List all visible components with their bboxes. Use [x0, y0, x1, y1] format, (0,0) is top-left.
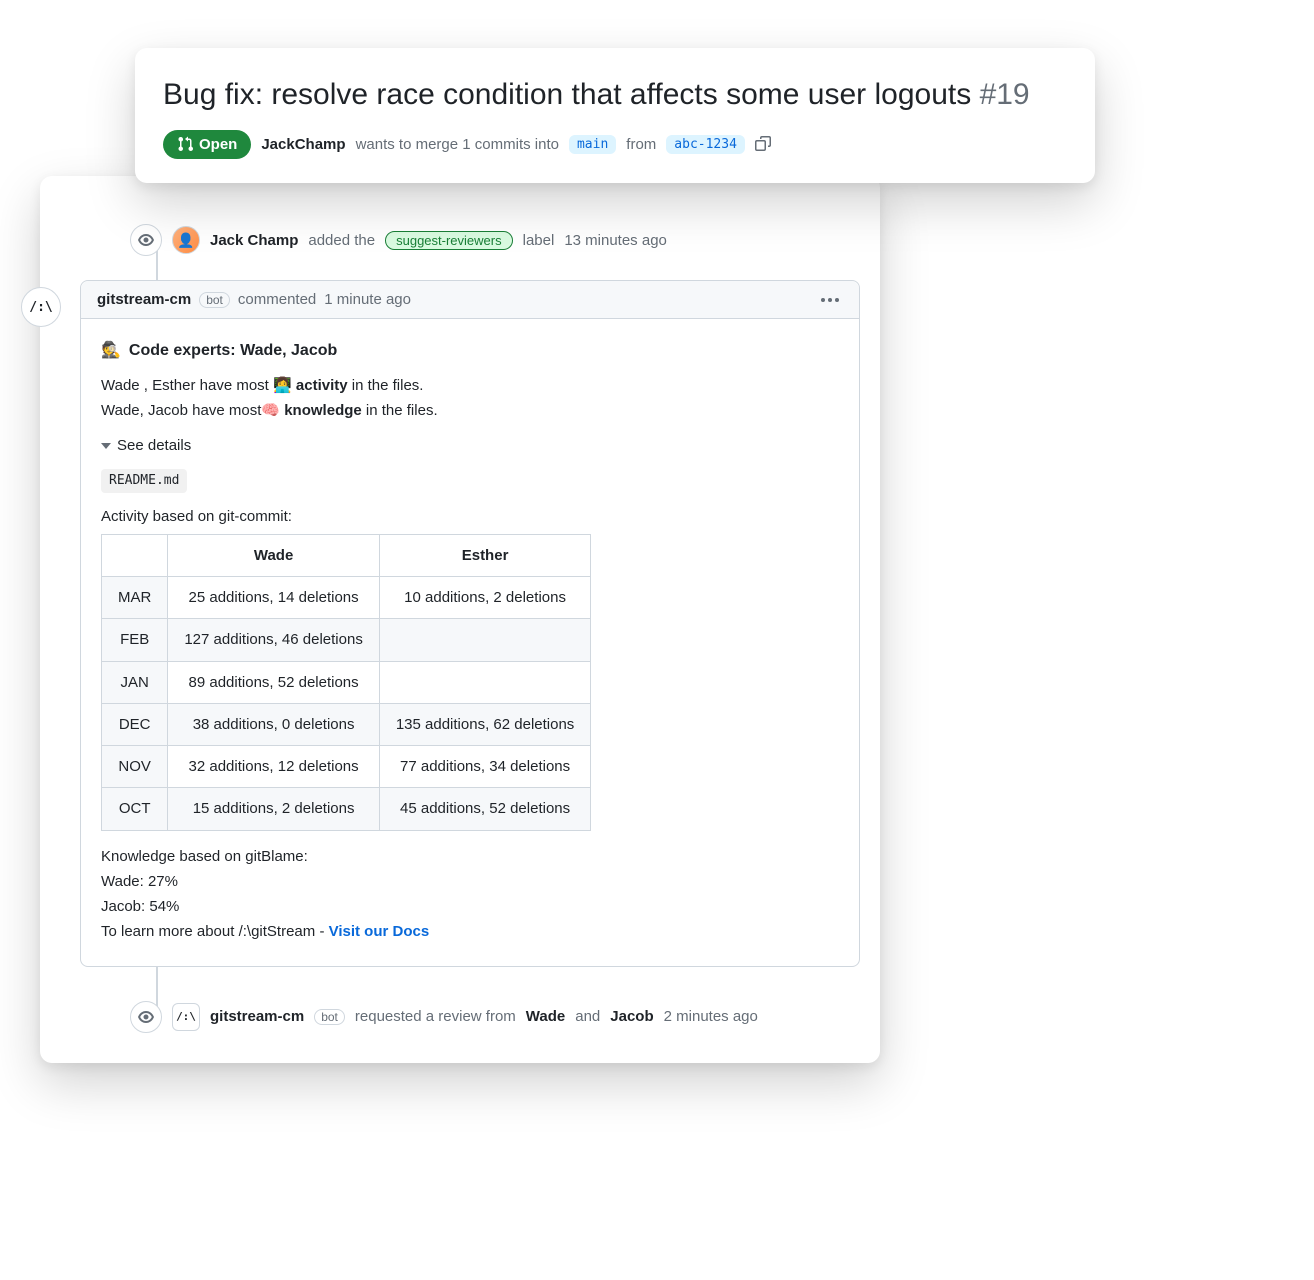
event-action: requested a review from [355, 1008, 516, 1025]
event-time: 13 minutes ago [564, 232, 667, 249]
table-row: JAN89 additions, 52 deletions [102, 661, 591, 703]
table-header: Esther [379, 534, 590, 576]
comment-time: 1 minute ago [324, 291, 411, 308]
table-row: DEC38 additions, 0 deletions135 addition… [102, 703, 591, 745]
details-toggle[interactable]: See details [101, 434, 839, 457]
comment-header: gitstream-cm bot commented 1 minute ago [81, 281, 859, 319]
table-cell: 10 additions, 2 deletions [379, 577, 590, 619]
table-row: MAR25 additions, 14 deletions10 addition… [102, 577, 591, 619]
table-header [102, 534, 168, 576]
table-cell: 25 additions, 14 deletions [168, 577, 379, 619]
table-cell [379, 661, 590, 703]
pr-meta-line: Open JackChamp wants to merge 1 commits … [163, 130, 1067, 159]
knowledge-row: Wade: 27% [101, 870, 839, 893]
table-cell: 135 additions, 62 deletions [379, 703, 590, 745]
person-computer-icon: 👩‍💻 [273, 377, 292, 394]
copy-icon[interactable] [755, 136, 771, 152]
table-cell: JAN [102, 661, 168, 703]
bot-badge: bot [314, 1009, 345, 1025]
chevron-down-icon [101, 441, 111, 451]
table-cell: DEC [102, 703, 168, 745]
head-branch-chip[interactable]: abc-1234 [666, 135, 745, 154]
pr-header-card: Bug fix: resolve race condition that aff… [135, 48, 1095, 183]
knowledge-line: Wade, Jacob have most🧠 knowledge in the … [101, 399, 839, 422]
eye-icon [130, 224, 162, 256]
merge-text: wants to merge 1 commits into [356, 136, 559, 153]
from-text: from [626, 136, 656, 153]
table-cell: 32 additions, 12 deletions [168, 746, 379, 788]
pr-title: Bug fix: resolve race condition that aff… [163, 76, 1067, 114]
brain-icon: 🧠 [261, 402, 280, 419]
eye-icon [130, 1001, 162, 1033]
event-author[interactable]: gitstream-cm [210, 1008, 304, 1025]
table-row: NOV32 additions, 12 deletions77 addition… [102, 746, 591, 788]
table-cell: 89 additions, 52 deletions [168, 661, 379, 703]
comment-author[interactable]: gitstream-cm [97, 291, 191, 308]
table-cell: 45 additions, 52 deletions [379, 788, 590, 830]
pr-number: #19 [980, 78, 1030, 111]
comment-action: commented [238, 291, 316, 308]
user-avatar[interactable]: 👤 [172, 226, 200, 254]
table-header: Wade [168, 534, 379, 576]
pr-state-text: Open [199, 136, 237, 153]
event-time: 2 minutes ago [664, 1008, 758, 1025]
pr-author[interactable]: JackChamp [261, 136, 345, 153]
knowledge-row: Jacob: 54% [101, 895, 839, 918]
knowledge-caption: Knowledge based on gitBlame: [101, 845, 839, 868]
table-cell [379, 619, 590, 661]
table-cell: MAR [102, 577, 168, 619]
docs-link[interactable]: Visit our Docs [329, 923, 430, 940]
file-chip[interactable]: README.md [101, 469, 187, 493]
kebab-menu-button[interactable] [817, 294, 843, 306]
detective-icon: 🕵️ [101, 339, 121, 364]
timeline-event-review: /:\ gitstream-cm bot requested a review … [130, 993, 860, 1033]
event-action: added the [308, 232, 375, 249]
and-text: and [575, 1008, 600, 1025]
bot-badge: bot [199, 292, 230, 308]
event-suffix: label [523, 232, 555, 249]
comment-body: 🕵️ Code experts: Wade, Jacob Wade , Esth… [81, 319, 859, 966]
reviewer-name[interactable]: Wade [526, 1008, 565, 1025]
comment-card: /:\ gitstream-cm bot commented 1 minute … [80, 280, 860, 967]
code-experts-heading: 🕵️ Code experts: Wade, Jacob [101, 339, 839, 364]
table-cell: OCT [102, 788, 168, 830]
table-cell: 15 additions, 2 deletions [168, 788, 379, 830]
base-branch-chip[interactable]: main [569, 135, 616, 154]
bot-avatar-small[interactable]: /:\ [172, 1003, 200, 1031]
git-pull-request-icon [177, 136, 193, 152]
timeline-event-label: 👤 Jack Champ added the suggest-reviewers… [130, 216, 860, 280]
bot-avatar[interactable]: /:\ [21, 287, 61, 327]
pr-title-text: Bug fix: resolve race condition that aff… [163, 78, 971, 111]
table-cell: FEB [102, 619, 168, 661]
label-pill[interactable]: suggest-reviewers [385, 231, 513, 250]
table-cell: 127 additions, 46 deletions [168, 619, 379, 661]
activity-table: Wade Esther MAR25 additions, 14 deletion… [101, 534, 591, 831]
activity-line: Wade , Esther have most 👩‍💻 activity in … [101, 374, 839, 397]
table-cell: 77 additions, 34 deletions [379, 746, 590, 788]
table-row: FEB127 additions, 46 deletions [102, 619, 591, 661]
table-cell: NOV [102, 746, 168, 788]
learn-more-line: To learn more about /:\gitStream - Visit… [101, 920, 839, 943]
timeline-panel: 👤 Jack Champ added the suggest-reviewers… [40, 176, 880, 1063]
table-cell: 38 additions, 0 deletions [168, 703, 379, 745]
pr-state-pill: Open [163, 130, 251, 159]
reviewer-name[interactable]: Jacob [610, 1008, 653, 1025]
table-row: OCT15 additions, 2 deletions45 additions… [102, 788, 591, 830]
activity-caption: Activity based on git-commit: [101, 505, 839, 528]
event-user[interactable]: Jack Champ [210, 232, 298, 249]
